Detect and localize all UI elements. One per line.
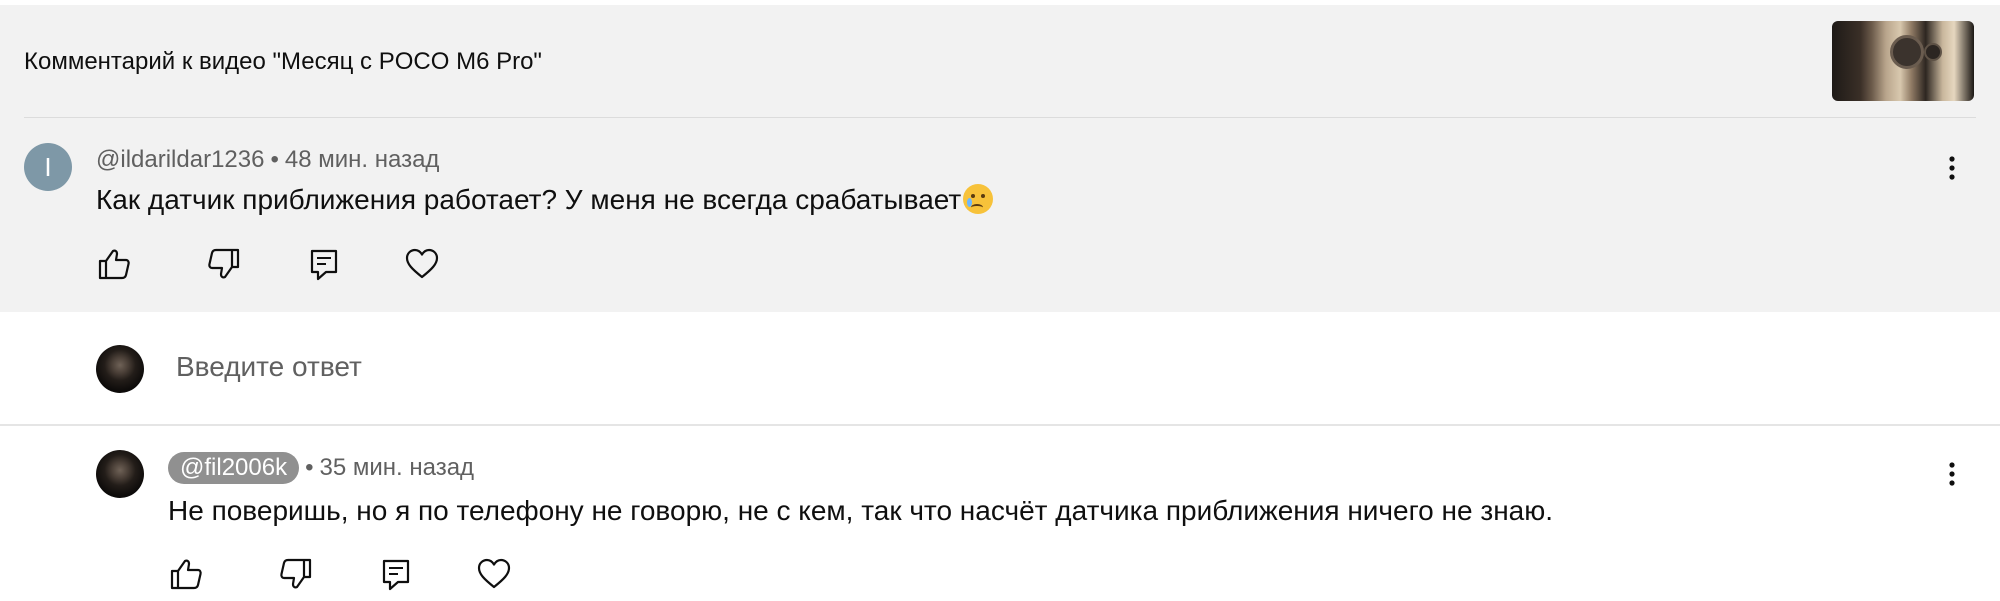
reply-input[interactable]: Введите ответ (176, 350, 362, 384)
reply-author-avatar[interactable] (96, 450, 144, 498)
comment-meta: @ildarildar1236 • 48 мин. назад (96, 146, 439, 174)
thumbs-up-icon (98, 249, 130, 280)
video-comment-title: Комментарий к видео "Месяц с POCO M6 Pro… (24, 48, 542, 75)
reply-icon (382, 559, 410, 591)
reply-more-button[interactable] (1940, 456, 1964, 492)
reply-input-divider (0, 424, 2000, 426)
thumbnail-camera-lens (1890, 35, 1924, 69)
comment-reply-button[interactable] (306, 246, 342, 282)
reply-like-button[interactable] (168, 556, 204, 592)
reply-text: Не поверишь, но я по телефону не говорю,… (168, 495, 1554, 526)
comment-dislike-button[interactable] (206, 246, 242, 282)
thumbs-up-icon (170, 559, 202, 590)
comment-heart-button[interactable] (404, 246, 440, 282)
header-divider (24, 117, 1976, 118)
tear-drop (967, 198, 973, 207)
comment-author-handle[interactable]: @ildarildar1236 (96, 146, 264, 173)
comment-more-button[interactable] (1940, 150, 1964, 186)
comment-like-button[interactable] (96, 246, 132, 282)
comment-timestamp: 48 мин. назад (284, 146, 440, 173)
comment-text-line: Как датчик приближения работает? У меня … (96, 183, 994, 217)
thumbnail-camera-lens-small (1924, 43, 1942, 61)
reply-timestamp: 35 мин. назад (319, 454, 475, 481)
highlighted-comment-section: Комментарий к видео "Месяц с POCO M6 Pro… (0, 0, 2000, 312)
more-vert-icon (1949, 462, 1955, 486)
reply-heart-button[interactable] (476, 556, 512, 592)
heart-icon (477, 558, 511, 589)
reply-author-handle[interactable]: @fil2006k (168, 452, 300, 484)
more-vert-icon (1949, 156, 1955, 180)
crying-face-icon (963, 184, 994, 214)
comment-author-avatar[interactable]: I (24, 143, 72, 191)
comment-text: Как датчик приближения работает? У меня … (96, 184, 962, 215)
reply-reply-button[interactable] (378, 556, 414, 592)
reply-icon (310, 249, 338, 281)
reply-meta: @fil2006k • 35 мин. назад (168, 452, 474, 484)
reply-dislike-button[interactable] (278, 556, 314, 592)
video-thumbnail[interactable] (1832, 21, 1974, 101)
thumbs-down-icon (280, 558, 312, 589)
top-edge (0, 0, 2000, 5)
thumbs-down-icon (208, 248, 240, 279)
meta-separator: • (305, 454, 314, 481)
current-user-avatar[interactable] (96, 345, 144, 393)
heart-icon (405, 248, 439, 279)
meta-separator: • (270, 146, 279, 173)
